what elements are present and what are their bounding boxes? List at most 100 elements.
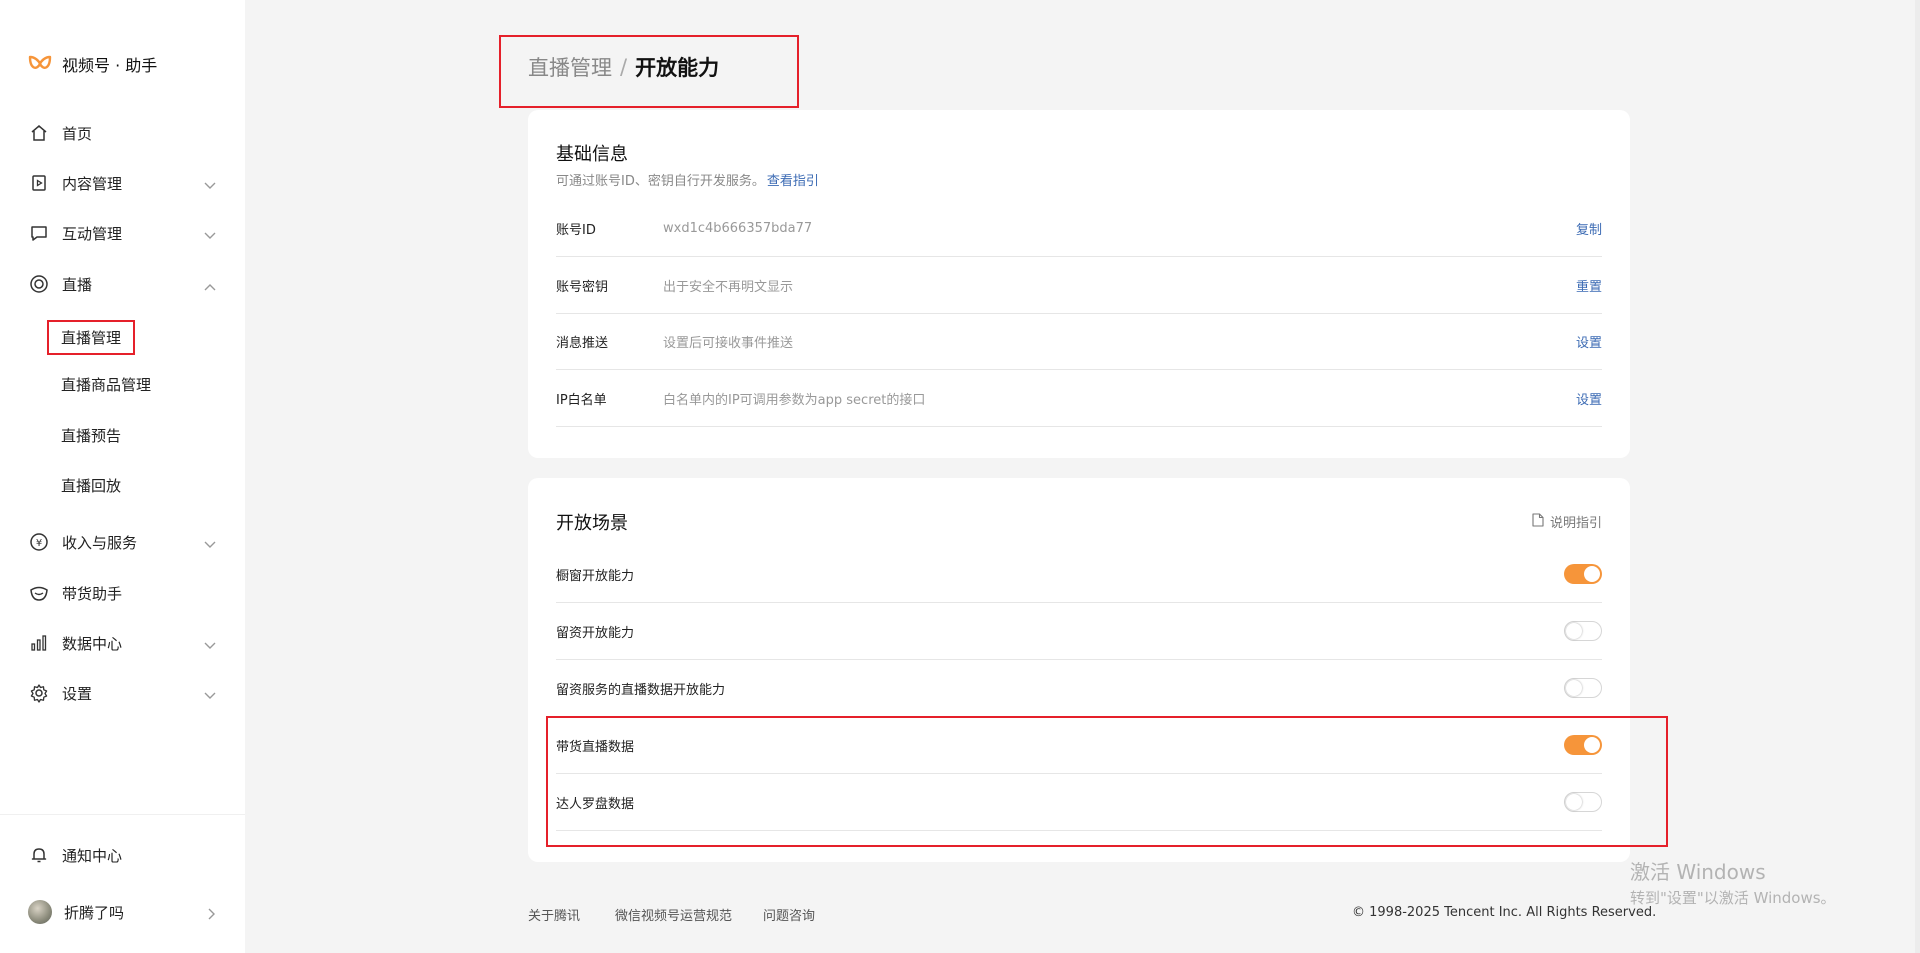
comment-icon — [28, 222, 50, 244]
footer-link-help[interactable]: 问题咨询 — [763, 905, 815, 924]
card-description: 可通过账号ID、密钥自行开发服务。 查看指引 — [556, 170, 819, 189]
page-title: 开放能力 — [635, 56, 720, 80]
windows-activation-watermark: 激活 Windows 转到"设置"以激活 Windows。 — [1630, 856, 1836, 908]
avatar — [28, 900, 52, 924]
card-title: 开放场景 — [556, 513, 628, 534]
sidebar-subitem-live-products[interactable]: 直播商品管理 — [61, 372, 151, 396]
sidebar-item-content[interactable]: 内容管理 — [28, 166, 216, 200]
scene-row: 留资开放能力 — [556, 603, 1602, 660]
shopping-bag-icon — [28, 582, 50, 604]
bell-icon — [28, 844, 50, 866]
sidebar-item-label: 带货助手 — [62, 584, 123, 603]
info-row-account-id: 账号ID wxd1c4b666357bda77 复制 — [556, 200, 1602, 257]
chevron-up-icon — [204, 277, 216, 295]
breadcrumb-parent[interactable]: 直播管理 — [528, 52, 612, 82]
document-icon — [1532, 512, 1544, 531]
scene-label: 橱窗开放能力 — [556, 568, 635, 584]
sidebar-subitem-live-replay[interactable]: 直播回放 — [61, 473, 121, 497]
sidebar-item-data-center[interactable]: 数据中心 — [28, 626, 216, 660]
sidebar-item-label: 收入与服务 — [62, 533, 138, 552]
scene-row: 橱窗开放能力 — [556, 546, 1602, 603]
chevron-down-icon — [204, 226, 216, 244]
info-row-account-secret: 账号密钥 出于安全不再明文显示 重置 — [556, 257, 1602, 314]
row-value: 白名单内的IP可调用参数为app secret的接口 — [663, 392, 926, 408]
live-icon — [28, 273, 50, 295]
annotation-box-scenes — [546, 716, 1668, 847]
reset-button[interactable]: 重置 — [1576, 276, 1602, 295]
copy-button[interactable]: 复制 — [1576, 219, 1602, 238]
row-label: 账号ID — [556, 222, 596, 238]
user-name: 折腾了吗 — [64, 903, 125, 922]
sidebar: 视频号 · 助手 首页 内容管理 互动管理 直播 直播管理 直播商品管理 直播预… — [0, 0, 245, 953]
sidebar-subitem-label: 直播管理 — [61, 329, 122, 347]
sidebar-item-live[interactable]: 直播 — [28, 267, 216, 301]
sidebar-item-income[interactable]: ¥ 收入与服务 — [28, 525, 216, 559]
sidebar-item-settings[interactable]: 设置 — [28, 676, 216, 710]
scene-toggle[interactable] — [1564, 564, 1602, 584]
toggle-knob — [1566, 623, 1582, 639]
view-guide-link[interactable]: 查看指引 — [767, 174, 819, 189]
yuan-icon: ¥ — [28, 531, 50, 553]
toggle-knob — [1566, 680, 1582, 696]
footer-link-rules[interactable]: 微信视频号运营规范 — [615, 905, 732, 924]
info-row-message-push: 消息推送 设置后可接收事件推送 设置 — [556, 313, 1602, 370]
chevron-down-icon — [204, 686, 216, 704]
scene-row: 留资服务的直播数据开放能力 — [556, 660, 1602, 717]
row-value: wxd1c4b666357bda77 — [663, 220, 813, 236]
sidebar-item-label: 通知中心 — [62, 846, 123, 865]
sidebar-subitem-label: 直播商品管理 — [61, 375, 152, 394]
row-label: IP白名单 — [556, 392, 607, 408]
bar-chart-icon — [28, 632, 50, 654]
settings-button[interactable]: 设置 — [1576, 389, 1602, 408]
brand-name: 视频号 · 助手 — [62, 56, 158, 75]
basic-info-card: 基础信息 可通过账号ID、密钥自行开发服务。 查看指引 账号ID wxd1c4b6… — [528, 110, 1630, 458]
sidebar-item-home[interactable]: 首页 — [28, 116, 216, 150]
gear-icon — [28, 682, 50, 704]
info-row-ip-whitelist: IP白名单 白名单内的IP可调用参数为app secret的接口 设置 — [556, 370, 1602, 427]
guide-link-label: 说明指引 — [1549, 516, 1602, 531]
sidebar-item-label: 数据中心 — [62, 634, 123, 653]
row-label: 账号密钥 — [556, 279, 609, 295]
scene-label: 留资服务的直播数据开放能力 — [556, 682, 726, 698]
video-file-icon — [28, 172, 50, 194]
scene-label: 留资开放能力 — [556, 625, 635, 641]
user-profile[interactable]: 折腾了吗 — [28, 895, 216, 929]
chevron-down-icon — [204, 176, 216, 194]
sidebar-divider — [0, 814, 245, 815]
svg-text:¥: ¥ — [36, 538, 42, 549]
card-title: 基础信息 — [556, 144, 628, 165]
channels-logo-icon — [28, 54, 52, 74]
chevron-down-icon — [204, 535, 216, 553]
sidebar-subitem-live-management[interactable]: 直播管理 — [47, 320, 136, 355]
sidebar-item-interaction[interactable]: 互动管理 — [28, 216, 216, 250]
settings-button[interactable]: 设置 — [1576, 332, 1602, 351]
guide-link[interactable]: 说明指引 — [1532, 512, 1602, 531]
sidebar-item-label: 互动管理 — [62, 224, 123, 243]
copyright: © 1998-2025 Tencent Inc. All Rights Rese… — [1352, 905, 1657, 920]
scene-toggle[interactable] — [1564, 621, 1602, 641]
footer-link-about[interactable]: 关于腾讯 — [528, 905, 580, 924]
scene-toggle[interactable] — [1564, 678, 1602, 698]
sidebar-item-sales-assistant[interactable]: 带货助手 — [28, 576, 216, 610]
sidebar-item-label: 首页 — [62, 124, 93, 143]
scrollbar[interactable] — [1915, 0, 1920, 953]
sidebar-subitem-live-preview[interactable]: 直播预告 — [61, 423, 121, 447]
chevron-right-icon — [208, 906, 216, 924]
sidebar-item-label: 内容管理 — [62, 174, 123, 193]
home-icon — [28, 122, 50, 144]
sidebar-item-notifications[interactable]: 通知中心 — [28, 838, 216, 872]
brand[interactable]: 视频号 · 助手 — [28, 52, 157, 76]
card-description-text: 可通过账号ID、密钥自行开发服务。 — [556, 174, 765, 189]
breadcrumb-separator: / — [620, 55, 628, 79]
row-value: 出于安全不再明文显示 — [663, 279, 794, 295]
sidebar-item-label: 设置 — [62, 684, 93, 703]
breadcrumb: 直播管理 / 开放能力 — [528, 52, 719, 82]
toggle-knob — [1584, 566, 1600, 582]
sidebar-subitem-label: 直播回放 — [61, 476, 122, 495]
watermark-line-2: 转到"设置"以激活 Windows。 — [1630, 889, 1836, 907]
row-value: 设置后可接收事件推送 — [663, 335, 794, 351]
watermark-line-1: 激活 Windows — [1630, 860, 1766, 884]
sidebar-item-label: 直播 — [62, 275, 93, 294]
sidebar-subitem-label: 直播预告 — [61, 426, 122, 445]
chevron-down-icon — [204, 636, 216, 654]
